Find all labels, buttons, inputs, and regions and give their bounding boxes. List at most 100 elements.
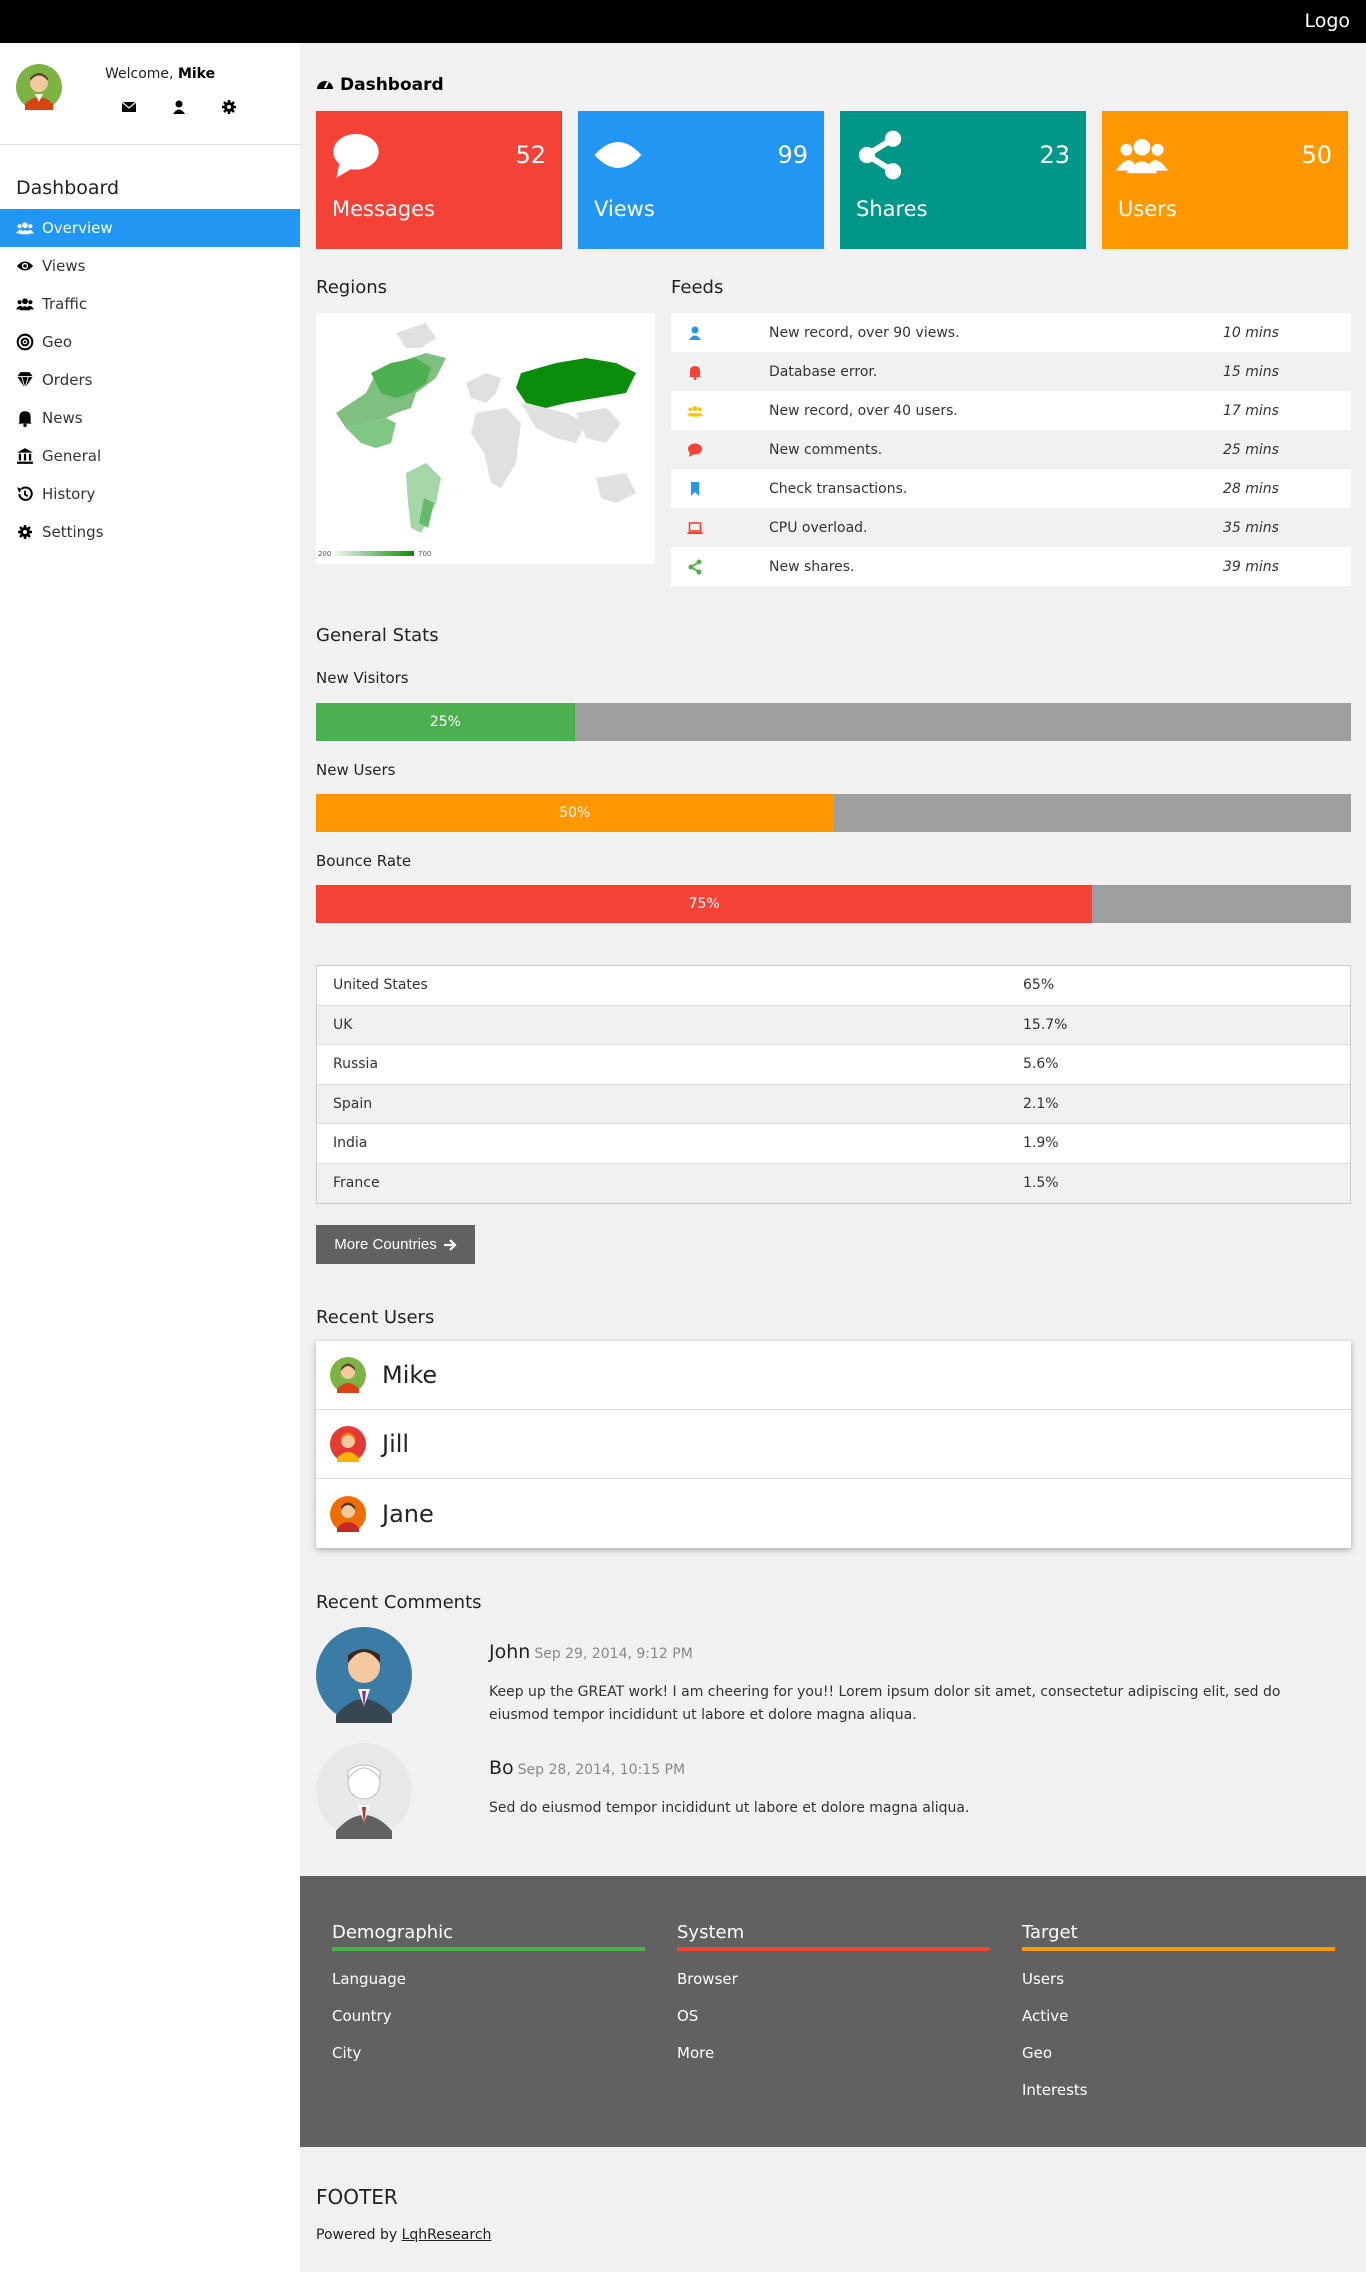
footer-link[interactable]: Interests [1022, 2081, 1335, 2099]
feed-row: Database error. 15 mins [671, 352, 1351, 391]
progress-fill: 75% [316, 885, 1093, 923]
footer-link[interactable]: Language [332, 1970, 645, 1988]
country-value: 5.6% [1023, 1056, 1059, 1073]
country-name: France [333, 1175, 380, 1192]
feed-time: 10 mins [1223, 324, 1279, 341]
sidebar-item-label: Views [42, 257, 86, 275]
footer-link[interactable]: Country [332, 2007, 645, 2025]
sidebar-item-news[interactable]: News [0, 399, 300, 437]
avatar [330, 1426, 366, 1462]
feed-text: CPU overload. [769, 519, 868, 536]
user-name: Jill [382, 1430, 410, 1458]
user-icon[interactable] [170, 98, 188, 116]
bell-icon [16, 409, 34, 427]
footer-title: FOOTER [316, 2185, 398, 2209]
feed-row: New record, over 40 users. 17 mins [671, 391, 1351, 430]
stat-label: New Users [316, 761, 396, 779]
stat-card-label: Views [594, 197, 655, 221]
stat-card-value: 23 [1039, 141, 1070, 169]
regions-map[interactable]: 200 700 [316, 313, 655, 564]
comment-author: John [489, 1641, 531, 1663]
country-value: 1.9% [1023, 1135, 1059, 1152]
stat-card-users[interactable]: 50 Users [1102, 111, 1348, 249]
comment-date: Sep 29, 2014, 9:12 PM [534, 1646, 693, 1662]
logo[interactable]: Logo [1304, 10, 1350, 32]
feeds-table: New record, over 90 views. 10 mins Datab… [671, 313, 1351, 586]
list-item[interactable]: Jill [316, 1410, 1351, 1479]
list-item[interactable]: Mike [316, 1341, 1351, 1410]
sidebar: Welcome, Mike Dashboard Overview Views Tra… [0, 43, 300, 2272]
footer-link[interactable]: Browser [677, 1970, 990, 1988]
arrow-right-icon [443, 1238, 457, 1251]
sidebar-item-geo[interactable]: Geo [0, 323, 300, 361]
footer-column-demographic: Demographic Language Country City [332, 1922, 645, 2062]
feed-text: New record, over 90 views. [769, 324, 960, 341]
table-row: UK 15.7% [317, 1005, 1350, 1045]
stat-card-value: 50 [1301, 141, 1332, 169]
user-name: Mike [177, 66, 216, 82]
comment-header: John Sep 29, 2014, 9:12 PM [489, 1641, 693, 1663]
stat-card-label: Shares [856, 197, 928, 221]
country-name: United States [333, 977, 428, 994]
stat-card-messages[interactable]: 52 Messages [316, 111, 562, 249]
gear-icon [16, 523, 34, 541]
country-name: Russia [333, 1056, 379, 1073]
bell-icon [671, 364, 719, 380]
avatar [16, 64, 62, 110]
sidebar-item-orders[interactable]: Orders [0, 361, 300, 399]
avatar [330, 1495, 366, 1532]
progress-fill: 25% [316, 703, 575, 741]
footer-column-target: Target Users Active Geo Interests [1022, 1922, 1335, 2099]
feed-time: 28 mins [1223, 480, 1279, 497]
sidebar-item-views[interactable]: Views [0, 247, 300, 285]
stat-card-views[interactable]: 99 Views [578, 111, 824, 249]
list-item[interactable]: Jane [316, 1479, 1351, 1548]
envelope-icon[interactable] [120, 98, 138, 116]
sidebar-item-general[interactable]: General [0, 437, 300, 475]
sidebar-item-label: General [42, 447, 102, 465]
more-countries-button[interactable]: More Countries [316, 1225, 475, 1264]
sidebar-item-settings[interactable]: Settings [0, 513, 300, 551]
user-name: Mike [382, 1361, 438, 1389]
comment-author: Bo [489, 1757, 514, 1779]
feed-time: 39 mins [1223, 558, 1279, 575]
footer-link[interactable]: Geo [1022, 2044, 1335, 2062]
country-value: 15.7% [1023, 1016, 1068, 1033]
comment-icon [330, 129, 382, 181]
progress-fill: 50% [316, 794, 834, 832]
sidebar-item-history[interactable]: History [0, 475, 300, 513]
gear-icon[interactable] [220, 98, 238, 116]
comment-icon [671, 442, 719, 458]
footer-link[interactable]: Users [1022, 1970, 1335, 1988]
recent-users-list: Mike Jill Jane [316, 1341, 1351, 1548]
users-icon [16, 295, 34, 313]
footer-link[interactable]: Active [1022, 2007, 1335, 2025]
table-row: India 1.9% [317, 1124, 1350, 1164]
comment-text: Sed do eiusmod tempor incididunt ut labo… [489, 1800, 970, 1816]
table-row: Spain 2.1% [317, 1084, 1350, 1124]
share-icon [854, 129, 906, 181]
table-row: Russia 5.6% [317, 1045, 1350, 1085]
sidebar-item-traffic[interactable]: Traffic [0, 285, 300, 323]
table-row: United States 65% [317, 966, 1350, 1006]
stat-label: Bounce Rate [316, 852, 412, 870]
footer-link[interactable]: More [677, 2044, 990, 2062]
table-row: France 1.5% [317, 1163, 1350, 1203]
footer-link[interactable]: City [332, 2044, 645, 2062]
stat-label: New Visitors [316, 669, 409, 687]
stats-title: General Stats [316, 625, 439, 646]
sidebar-item-overview[interactable]: Overview [0, 209, 300, 247]
feed-time: 17 mins [1223, 402, 1279, 419]
feed-text: New shares. [769, 558, 855, 575]
eye-icon [16, 257, 34, 275]
powered-link[interactable]: LqhResearch [402, 2227, 492, 2243]
country-name: Spain [333, 1095, 373, 1112]
sidebar-item-label: Geo [42, 333, 73, 351]
footer-link[interactable]: OS [677, 2007, 990, 2025]
comment-text: Keep up the GREAT work! I am cheering fo… [489, 1684, 1281, 1723]
user-icon [671, 325, 719, 341]
sidebar-item-label: History [42, 485, 96, 503]
eye-icon [592, 129, 644, 181]
stat-card-shares[interactable]: 23 Shares [840, 111, 1086, 249]
avatar [330, 1357, 366, 1393]
